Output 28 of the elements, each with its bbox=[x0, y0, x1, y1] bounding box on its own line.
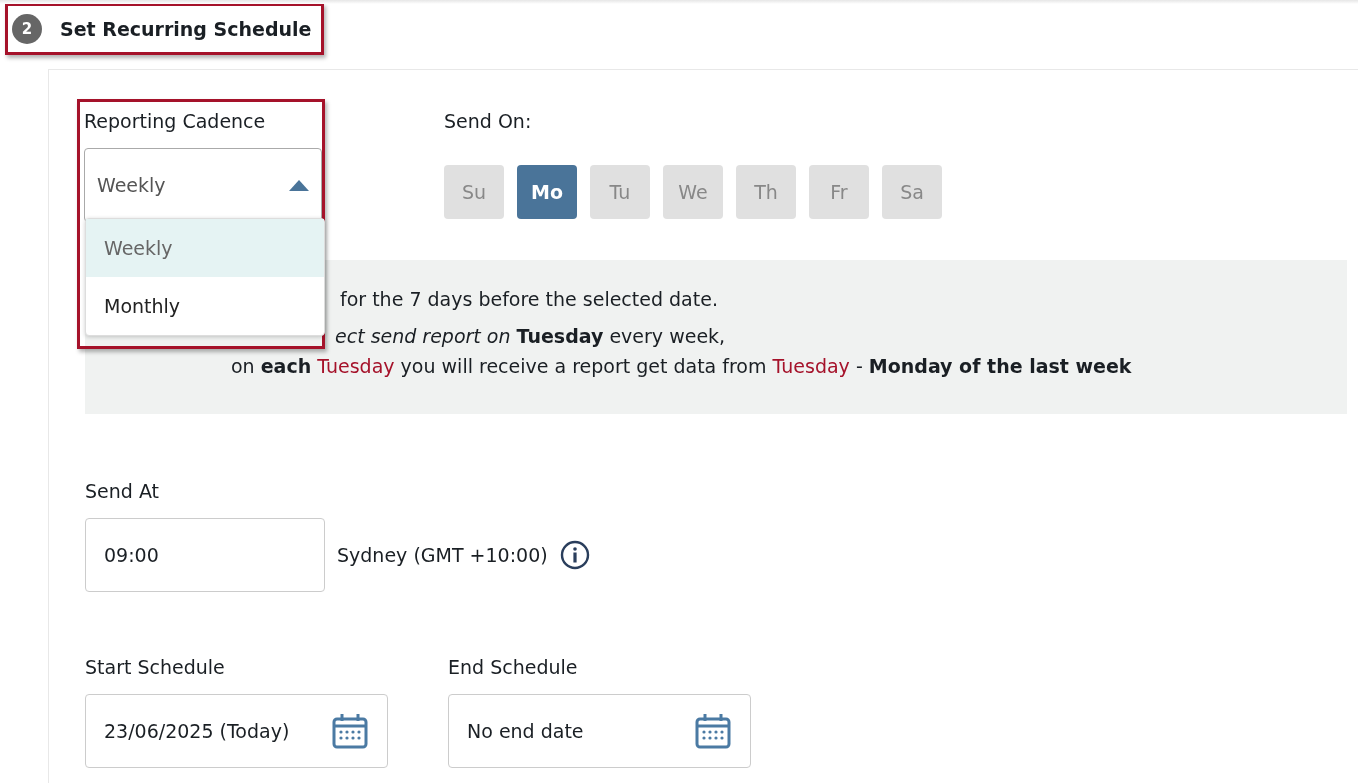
field-label: Send At bbox=[85, 480, 160, 502]
date-field[interactable]: 23/06/2025 (Today) bbox=[85, 694, 388, 768]
day-toggle[interactable]: Fr bbox=[809, 165, 869, 219]
day-toggle[interactable]: We bbox=[663, 165, 723, 219]
calendar-icon[interactable] bbox=[331, 712, 369, 750]
day-toggle[interactable]: Sa bbox=[882, 165, 942, 219]
cadence-dropdown[interactable]: Weekly bbox=[84, 148, 322, 222]
field-label: Reporting Cadence bbox=[84, 110, 267, 132]
field-label: End Schedule bbox=[448, 656, 579, 678]
date-field[interactable]: No end date bbox=[448, 694, 751, 768]
day-toggle[interactable]: Tu bbox=[590, 165, 650, 219]
calendar-icon[interactable] bbox=[694, 712, 732, 750]
dropdown-option[interactable]: Monthly bbox=[86, 277, 324, 335]
step-number: 2 bbox=[12, 14, 42, 44]
section-title: Set Recurring Schedule bbox=[60, 18, 312, 40]
day-toggle[interactable]: Mo bbox=[517, 165, 577, 219]
day-toggle[interactable]: Su bbox=[444, 165, 504, 219]
info-text: for the 7 days before the selected date. bbox=[340, 287, 718, 312]
info-text: ect send report on Tuesday every week, bbox=[335, 324, 726, 349]
field-label: Send On: bbox=[444, 110, 533, 132]
info-icon[interactable] bbox=[559, 540, 590, 570]
time-field[interactable]: 09:00 bbox=[85, 518, 325, 592]
caret-up-icon bbox=[289, 179, 309, 191]
day-toggle[interactable]: Th bbox=[736, 165, 796, 219]
info-text: on each Tuesday you will receive a report get data from Tuesday - Monday of the last week bbox=[231, 354, 1132, 379]
field-label: Start Schedule bbox=[85, 656, 226, 678]
timezone-label: Sydney (GMT +10:00) bbox=[337, 544, 548, 566]
dropdown-option[interactable]: Weekly bbox=[86, 219, 324, 277]
